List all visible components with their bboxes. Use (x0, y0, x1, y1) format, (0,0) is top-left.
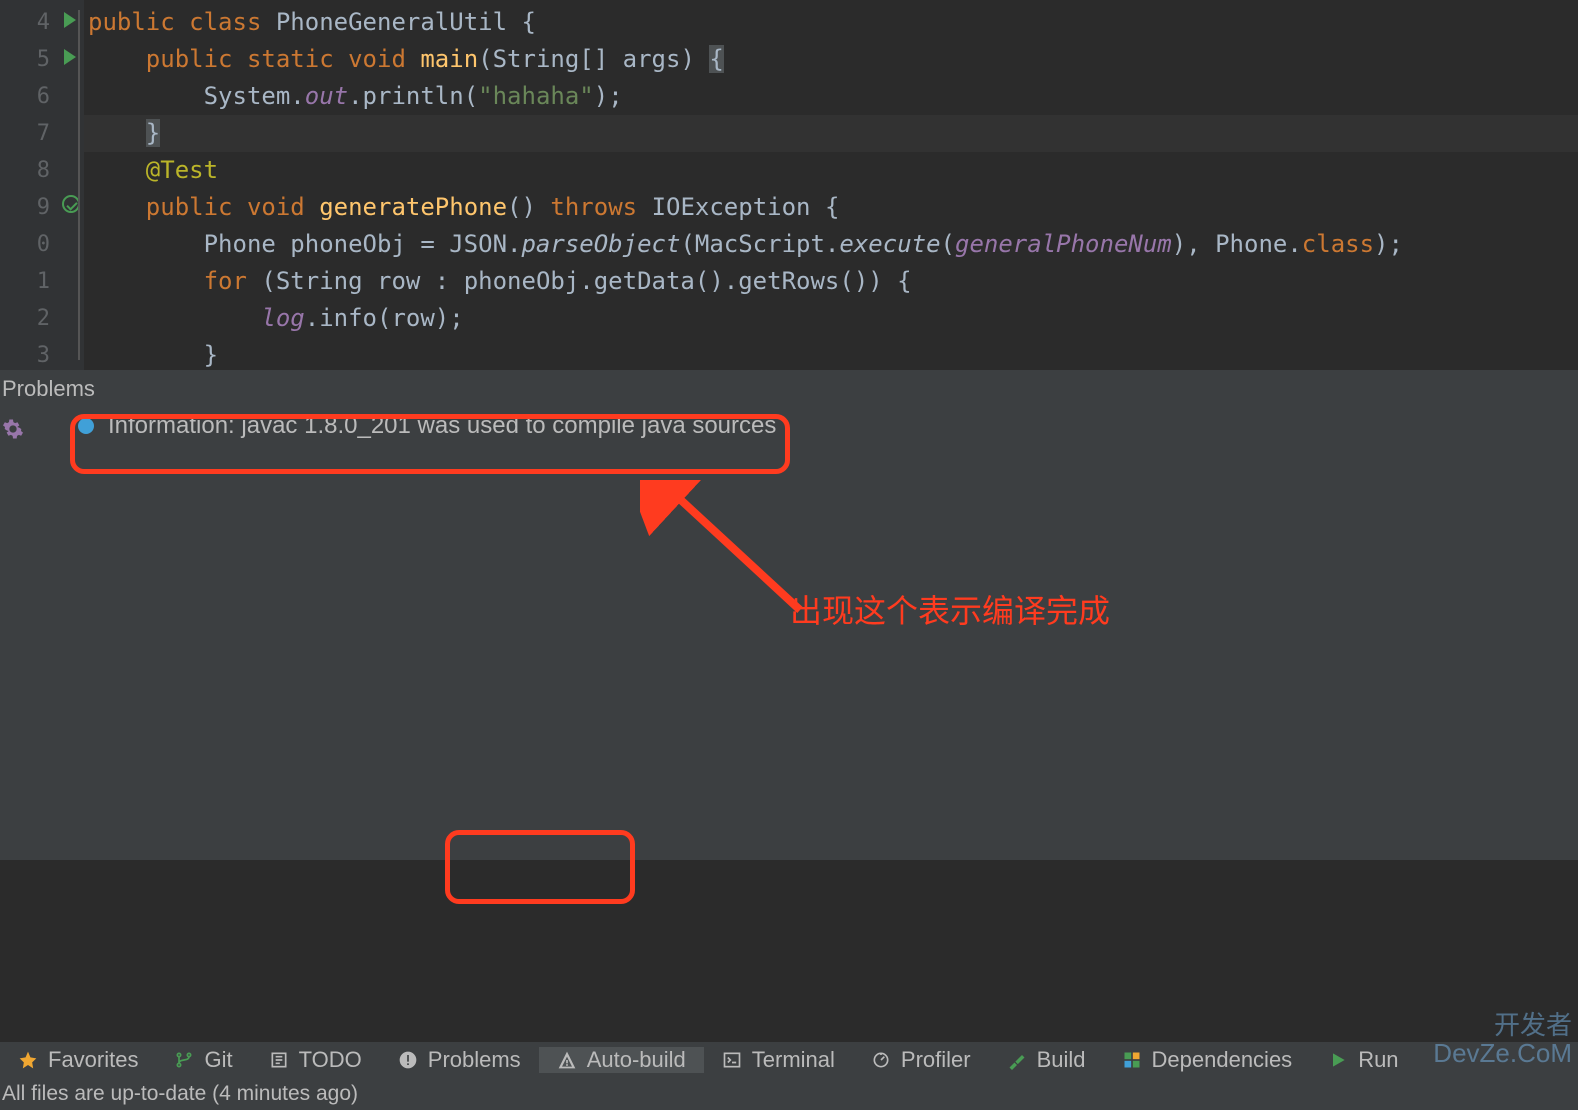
tab-run[interactable]: Run (1310, 1047, 1416, 1073)
profiler-icon (871, 1050, 891, 1070)
info-icon (78, 418, 94, 434)
run-icon[interactable] (64, 12, 76, 28)
gutter-icons (60, 0, 84, 370)
line-number: 5 (0, 41, 50, 78)
tool-window-tabs: Favorites Git TODO Problems Auto-build T… (0, 1042, 1578, 1078)
code-line: public void generatePhone() throws IOExc… (84, 189, 1578, 226)
problems-panel: Problems Information: javac 1.8.0_201 wa… (0, 370, 1578, 860)
code-editor[interactable]: 4 5 6 7 8 9 0 1 2 3 public class PhoneGe… (0, 0, 1578, 370)
line-number: 3 (0, 337, 50, 374)
hammer-icon (1007, 1050, 1027, 1070)
code-content[interactable]: public class PhoneGeneralUtil { public s… (84, 0, 1578, 370)
status-text: All files are up-to-date (4 minutes ago) (2, 1082, 358, 1106)
line-number: 6 (0, 78, 50, 115)
code-line: } (84, 337, 1578, 374)
line-number: 1 (0, 263, 50, 300)
run-icon[interactable] (64, 49, 76, 65)
dependencies-icon (1122, 1050, 1142, 1070)
line-number: 7 (0, 115, 50, 152)
problems-icon (398, 1050, 418, 1070)
annotation-text: 出现这个表示编译完成 (790, 586, 1110, 632)
code-line: @Test (84, 152, 1578, 189)
git-branch-icon (174, 1050, 194, 1070)
code-line: Phone phoneObj = JSON.parseObject(MacScr… (84, 226, 1578, 263)
warning-icon (557, 1050, 577, 1070)
gear-icon[interactable] (2, 418, 24, 440)
code-line: } (84, 115, 1578, 152)
code-line: System.out.println("hahaha"); (84, 78, 1578, 115)
fold-line (78, 10, 80, 360)
tab-problems[interactable]: Problems (380, 1047, 539, 1073)
todo-icon (269, 1050, 289, 1070)
panel-toolbar (2, 418, 24, 440)
panel-title: Problems (0, 370, 1578, 408)
tab-dependencies[interactable]: Dependencies (1104, 1047, 1311, 1073)
line-number: 2 (0, 300, 50, 337)
line-number: 9 (0, 189, 50, 226)
play-icon (1328, 1050, 1348, 1070)
tab-todo[interactable]: TODO (251, 1047, 380, 1073)
code-line: log.info(row); (84, 300, 1578, 337)
compile-info-row[interactable]: Information: javac 1.8.0_201 was used to… (78, 412, 776, 440)
tab-terminal[interactable]: Terminal (704, 1047, 853, 1073)
code-line: public class PhoneGeneralUtil { (84, 4, 1578, 41)
line-number: 0 (0, 226, 50, 263)
code-line: for (String row : phoneObj.getData().get… (84, 263, 1578, 300)
line-number: 4 (0, 4, 50, 41)
star-icon (18, 1050, 38, 1070)
tab-build[interactable]: Build (989, 1047, 1104, 1073)
tab-profiler[interactable]: Profiler (853, 1047, 989, 1073)
tab-auto-build[interactable]: Auto-build (539, 1047, 704, 1073)
terminal-icon (722, 1050, 742, 1070)
tab-git[interactable]: Git (156, 1047, 250, 1073)
tab-favorites[interactable]: Favorites (0, 1047, 156, 1073)
compile-info-text: Information: javac 1.8.0_201 was used to… (108, 412, 776, 440)
status-bar: All files are up-to-date (4 minutes ago) (0, 1078, 1578, 1110)
line-numbers-gutter: 4 5 6 7 8 9 0 1 2 3 (0, 0, 60, 370)
code-line: public static void main(String[] args) { (84, 41, 1578, 78)
line-number: 8 (0, 152, 50, 189)
